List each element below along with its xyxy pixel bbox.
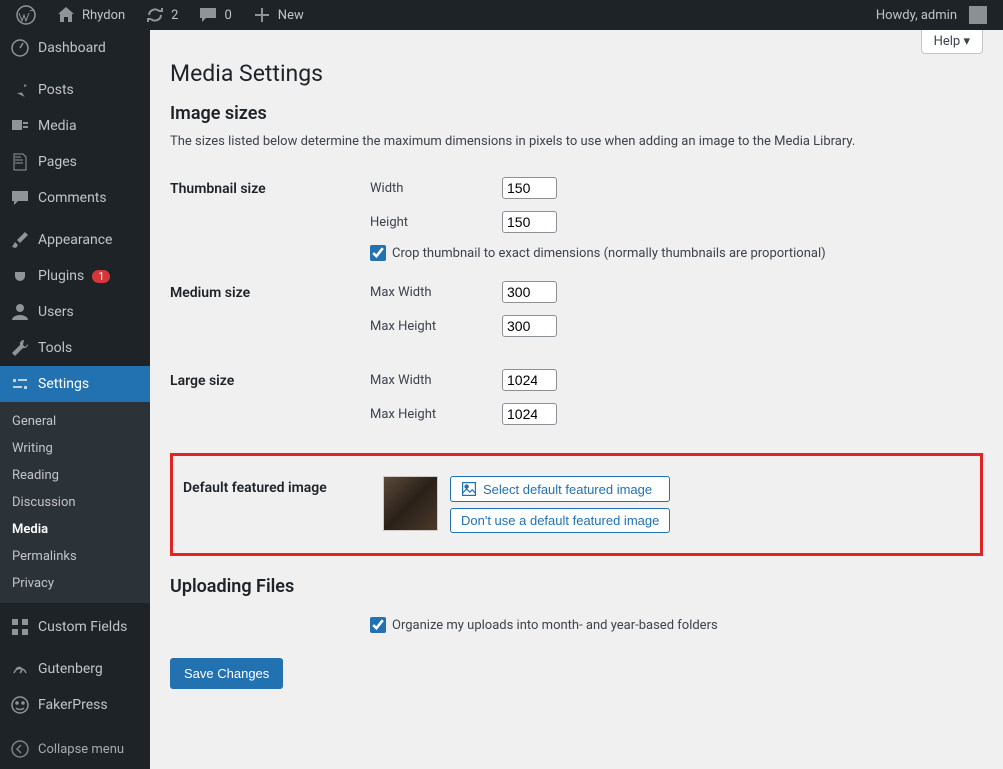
gutenberg-icon — [10, 659, 30, 679]
wordpress-icon — [16, 5, 36, 25]
wp-logo[interactable] — [8, 0, 44, 30]
sidebar-item-appearance[interactable]: Appearance — [0, 222, 150, 258]
comments-link[interactable]: 0 — [190, 0, 239, 30]
grid-icon — [10, 617, 30, 637]
medium-width-label: Max Width — [370, 285, 490, 300]
medium-width-input[interactable] — [502, 281, 557, 303]
sidebar-item-fakerpress[interactable]: FakerPress — [0, 687, 150, 723]
submenu-privacy[interactable]: Privacy — [0, 570, 150, 597]
submenu-reading[interactable]: Reading — [0, 462, 150, 489]
updates-count: 2 — [171, 8, 178, 23]
comments-count: 0 — [224, 8, 231, 23]
uploading-files-heading: Uploading Files — [170, 576, 983, 597]
collapse-icon — [10, 739, 30, 759]
submenu-media[interactable]: Media — [0, 516, 150, 543]
medium-height-input[interactable] — [502, 315, 557, 337]
sidebar-item-tools[interactable]: Tools — [0, 330, 150, 366]
plugin-update-badge: 1 — [92, 270, 110, 283]
account-link[interactable]: Howdy, admin — [868, 0, 995, 30]
sidebar-item-gutenberg[interactable]: Gutenberg — [0, 651, 150, 687]
submenu-permalinks[interactable]: Permalinks — [0, 543, 150, 570]
submenu-general[interactable]: General — [0, 408, 150, 435]
chevron-down-icon: ▾ — [963, 34, 970, 49]
sidebar-item-users[interactable]: Users — [0, 294, 150, 330]
user-icon — [10, 302, 30, 322]
pin-icon — [10, 80, 30, 100]
sidebar-item-comments[interactable]: Comments — [0, 180, 150, 216]
new-content-link[interactable]: New — [244, 0, 312, 30]
default-featured-image-section: Default featured image Select default fe… — [170, 453, 983, 556]
remove-default-featured-image-button[interactable]: Don't use a default featured image — [450, 508, 670, 533]
thumbnail-crop-checkbox[interactable] — [370, 245, 386, 261]
organize-uploads-label: Organize my uploads into month- and year… — [392, 618, 718, 633]
home-icon — [56, 5, 76, 25]
comment-icon — [198, 5, 218, 25]
sidebar-item-plugins[interactable]: Plugins1 — [0, 258, 150, 294]
thumbnail-height-input[interactable] — [502, 211, 557, 233]
sidebar-item-media[interactable]: Media — [0, 108, 150, 144]
large-height-label: Max Height — [370, 407, 490, 422]
large-height-input[interactable] — [502, 403, 557, 425]
medium-heading: Medium size — [170, 271, 370, 359]
organize-uploads-checkbox[interactable] — [370, 617, 386, 633]
sidebar-item-posts[interactable]: Posts — [0, 72, 150, 108]
site-name-link[interactable]: Rhydon — [48, 0, 133, 30]
select-default-featured-image-button[interactable]: Select default featured image — [450, 476, 670, 502]
brush-icon — [10, 230, 30, 250]
pages-icon — [10, 152, 30, 172]
page-title: Media Settings — [170, 60, 983, 87]
faker-icon — [10, 695, 30, 715]
sidebar-item-pages[interactable]: Pages — [0, 144, 150, 180]
dashboard-icon — [10, 38, 30, 58]
large-width-input[interactable] — [502, 369, 557, 391]
new-label: New — [278, 8, 304, 23]
settings-icon — [10, 374, 30, 394]
thumbnail-height-label: Height — [370, 215, 490, 230]
admin-sidebar: Dashboard Posts Media Pages Comments App… — [0, 30, 150, 769]
refresh-icon — [145, 5, 165, 25]
dfi-thumbnail-preview — [383, 476, 438, 531]
save-changes-button[interactable]: Save Changes — [170, 658, 283, 689]
submenu-discussion[interactable]: Discussion — [0, 489, 150, 516]
submenu-writing[interactable]: Writing — [0, 435, 150, 462]
thumbnail-crop-label: Crop thumbnail to exact dimensions (norm… — [392, 246, 826, 261]
greeting-text: Howdy, admin — [876, 8, 957, 23]
sidebar-item-settings[interactable]: Settings — [0, 366, 150, 402]
sidebar-item-dashboard[interactable]: Dashboard — [0, 30, 150, 66]
avatar — [969, 6, 987, 24]
comment-icon — [10, 188, 30, 208]
plus-icon — [252, 5, 272, 25]
sidebar-item-custom-fields[interactable]: Custom Fields — [0, 609, 150, 645]
wrench-icon — [10, 338, 30, 358]
media-icon — [10, 116, 30, 136]
thumbnail-width-label: Width — [370, 181, 490, 196]
site-name: Rhydon — [82, 8, 125, 23]
settings-submenu: General Writing Reading Discussion Media… — [0, 402, 150, 603]
admin-toolbar: Rhydon 2 0 New Howdy, admin — [0, 0, 1003, 30]
help-tab[interactable]: Help ▾ — [921, 30, 983, 54]
image-sizes-heading: Image sizes — [170, 103, 983, 124]
large-heading: Large size — [170, 359, 370, 447]
main-content: Help ▾ Media Settings Image sizes The si… — [150, 30, 1003, 769]
thumbnail-width-input[interactable] — [502, 177, 557, 199]
thumbnail-heading: Thumbnail size — [170, 167, 370, 271]
dfi-heading: Default featured image — [183, 466, 383, 543]
updates-link[interactable]: 2 — [137, 0, 186, 30]
image-icon — [461, 481, 477, 497]
medium-height-label: Max Height — [370, 319, 490, 334]
plug-icon — [10, 266, 30, 286]
collapse-menu-button[interactable]: Collapse menu — [0, 729, 150, 769]
image-sizes-description: The sizes listed below determine the max… — [170, 134, 983, 149]
large-width-label: Max Width — [370, 373, 490, 388]
